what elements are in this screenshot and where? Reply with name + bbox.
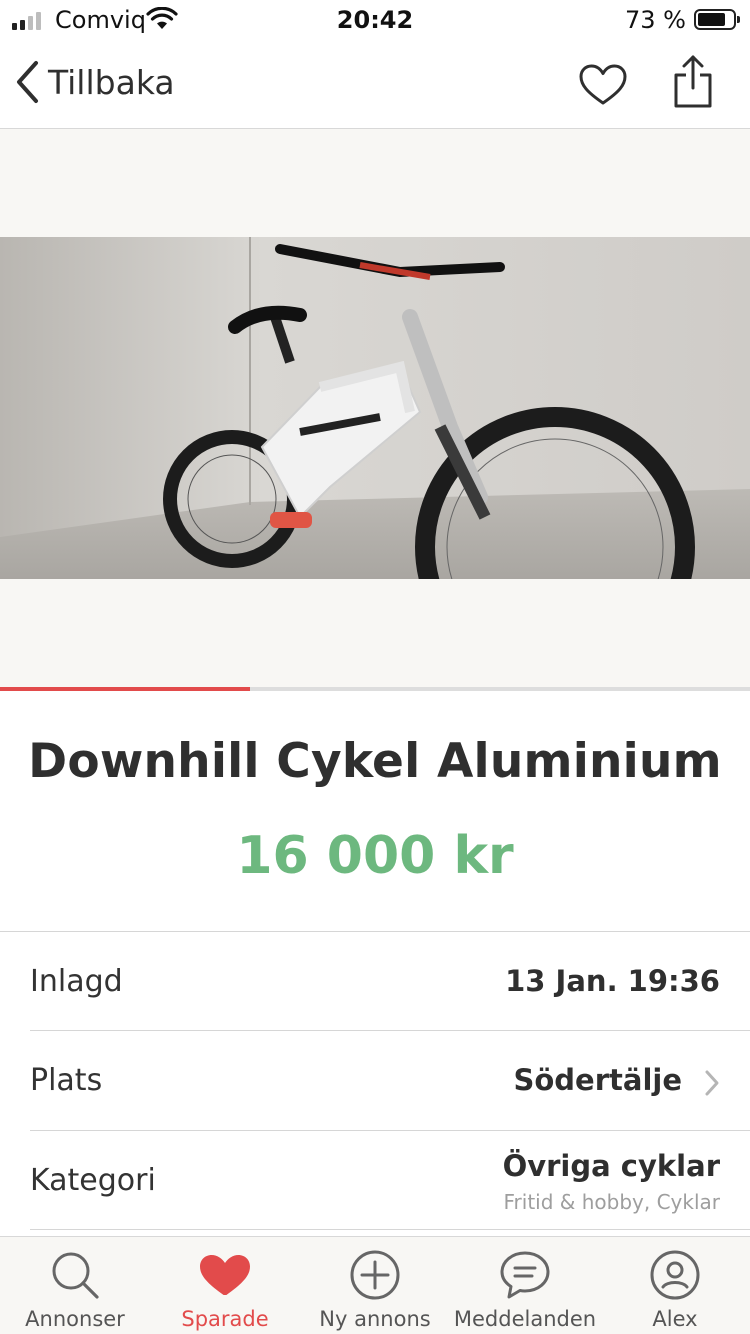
back-label: Tillbaka xyxy=(48,62,175,102)
divider xyxy=(30,1229,750,1230)
search-icon xyxy=(52,1252,99,1299)
battery-percent: 73 % xyxy=(625,6,686,34)
share-button[interactable] xyxy=(672,54,714,114)
tab-meddelanden[interactable]: Meddelanden xyxy=(450,1237,600,1334)
listing-title: Downhill Cykel Aluminium xyxy=(28,734,722,789)
detail-key: Plats xyxy=(30,1063,103,1098)
tab-label: Alex xyxy=(652,1307,698,1331)
detail-value: Övriga cyklar xyxy=(502,1149,720,1183)
nav-bar: Tillbaka xyxy=(0,42,750,129)
tab-label: Sparade xyxy=(181,1307,269,1331)
detail-value[interactable]: Södertälje xyxy=(513,1063,682,1097)
profile-icon xyxy=(650,1250,700,1300)
status-bar: Comviq 20:42 73 % xyxy=(0,0,750,42)
tab-label: Ny annons xyxy=(319,1307,431,1331)
battery-icon xyxy=(694,9,740,30)
heart-outline-icon xyxy=(579,64,627,105)
detail-value: 13 Jan. 19:36 xyxy=(505,964,720,998)
listing-photo[interactable] xyxy=(0,237,750,579)
tab-label: Annonser xyxy=(25,1307,125,1331)
detail-row-category: Kategori Övriga cyklar Fritid & hobby, C… xyxy=(30,1131,720,1231)
chevron-right-icon xyxy=(705,1070,719,1096)
gallery-progress-fill xyxy=(0,687,250,691)
tab-sparade[interactable]: Sparade xyxy=(150,1237,300,1334)
tab-alex[interactable]: Alex xyxy=(600,1237,750,1334)
detail-subvalue: Fritid & hobby, Cyklar xyxy=(503,1190,720,1214)
plus-circle-icon xyxy=(350,1250,400,1300)
detail-key: Inlagd xyxy=(30,964,123,999)
image-gallery[interactable] xyxy=(0,129,750,689)
tab-ny-annons[interactable]: Ny annons xyxy=(300,1237,450,1334)
share-icon xyxy=(674,55,712,108)
detail-row-location[interactable]: Plats Södertälje xyxy=(30,1031,720,1131)
detail-row-posted: Inlagd 13 Jan. 19:36 xyxy=(30,932,720,1032)
listing-price: 16 000 kr xyxy=(236,826,514,886)
chevron-left-icon xyxy=(17,61,38,103)
tab-bar: Annonser Sparade Ny annons Meddelanden A… xyxy=(0,1236,750,1334)
tab-label: Meddelanden xyxy=(453,1307,597,1331)
bike-photo xyxy=(0,237,750,579)
chat-icon xyxy=(500,1251,550,1299)
heart-icon xyxy=(200,1255,250,1295)
detail-key: Kategori xyxy=(30,1163,156,1198)
gallery-progress-bar xyxy=(0,687,750,691)
tab-annonser[interactable]: Annonser xyxy=(0,1237,150,1334)
back-button[interactable]: Tillbaka xyxy=(14,60,175,104)
favorite-button[interactable] xyxy=(578,64,628,110)
